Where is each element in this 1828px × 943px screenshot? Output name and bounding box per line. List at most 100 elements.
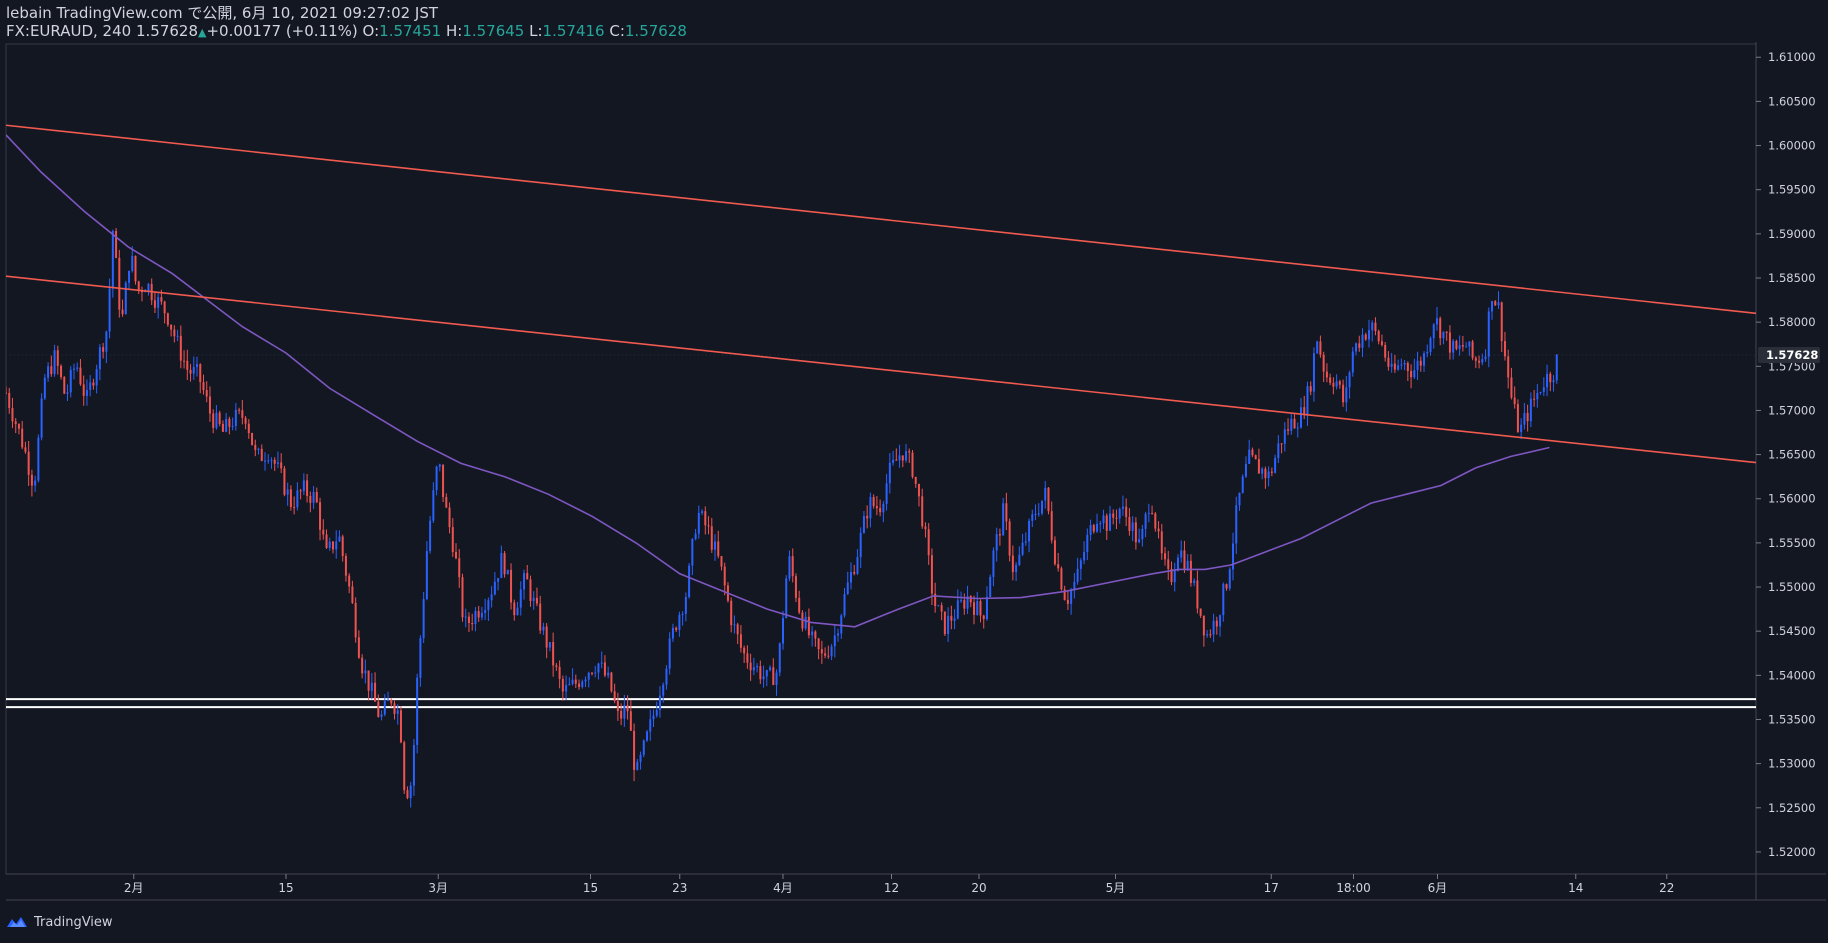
- candle-body: [849, 571, 852, 583]
- candle-body: [1478, 360, 1481, 363]
- candle-body: [1549, 373, 1552, 383]
- candle-body: [1287, 429, 1290, 431]
- candle-body: [24, 447, 27, 452]
- candle-body: [1448, 332, 1451, 353]
- trendline: [6, 275, 1756, 464]
- candle-body: [1468, 341, 1471, 347]
- candle-body: [671, 627, 674, 639]
- candle-body: [335, 541, 338, 550]
- candle-body: [218, 412, 221, 424]
- candle-body: [296, 490, 299, 508]
- price-chart[interactable]: 1.61000 1.60500 1.60000 1.59500 1.59000 1.585…: [0, 0, 1828, 939]
- candle-body: [943, 611, 946, 635]
- candle-body: [273, 459, 276, 464]
- candle-body: [584, 679, 587, 682]
- candle-body: [1274, 458, 1277, 473]
- candle-body: [1244, 463, 1247, 477]
- chart-area[interactable]: 1.61000 1.60500 1.60000 1.59500 1.59000 1.585…: [0, 0, 1828, 939]
- candle-body: [254, 444, 257, 450]
- candle-body: [665, 668, 668, 685]
- candle-body: [425, 551, 428, 599]
- candle-body: [714, 541, 717, 550]
- candle-body: [477, 611, 480, 618]
- candle-body: [898, 455, 901, 461]
- candle-body: [1173, 570, 1176, 583]
- candle-body: [108, 288, 111, 332]
- candle-body: [205, 390, 208, 397]
- candle-body: [40, 398, 43, 438]
- y-tick-label: 1.53500: [1768, 712, 1816, 726]
- candle-body: [183, 360, 186, 362]
- candle-body: [429, 520, 432, 552]
- candle-body: [811, 631, 814, 636]
- candle-body: [1452, 340, 1455, 353]
- candle-body: [1484, 356, 1487, 360]
- candle-body: [969, 596, 972, 603]
- candle-body: [438, 464, 441, 467]
- candle-body: [516, 607, 519, 616]
- candle-body: [357, 637, 360, 658]
- candle-body: [678, 614, 681, 630]
- x-tick-label: 3月: [428, 881, 448, 895]
- candle-body: [367, 670, 370, 691]
- candle-body: [1283, 429, 1286, 444]
- candle-body: [1021, 542, 1024, 555]
- candle-body: [506, 569, 509, 575]
- candle-body: [590, 672, 593, 674]
- candle-body: [1400, 364, 1403, 366]
- candle-body: [1076, 568, 1079, 582]
- candle-body: [435, 466, 438, 491]
- candle-body: [302, 480, 305, 492]
- candle-body: [892, 459, 895, 463]
- x-tick-label: 18:00: [1336, 881, 1371, 895]
- tradingview-brand[interactable]: TradingView: [6, 913, 113, 931]
- candle-body: [105, 331, 108, 352]
- candle-body: [1329, 377, 1332, 383]
- y-tick-label: 1.58000: [1768, 315, 1816, 329]
- y-tick-label: 1.52500: [1768, 801, 1816, 815]
- candle-body: [500, 553, 503, 579]
- candle-body: [532, 597, 535, 601]
- y-tick-label: 1.60000: [1768, 139, 1816, 153]
- candle-body: [1092, 525, 1095, 532]
- candle-body: [807, 616, 810, 636]
- candle-body: [571, 679, 574, 685]
- candle-body: [289, 489, 292, 508]
- candle-body: [652, 715, 655, 720]
- candle-body: [869, 496, 872, 519]
- x-tick-label: 15: [278, 881, 293, 895]
- candle-body: [306, 480, 309, 496]
- candle-body: [383, 700, 386, 715]
- candle-body: [199, 364, 202, 383]
- candle-body: [374, 682, 377, 702]
- candle-body: [503, 553, 506, 575]
- candle-body: [1426, 351, 1429, 354]
- candle-body: [111, 231, 114, 289]
- x-tick-label: 12: [884, 881, 899, 895]
- candle-body: [658, 695, 661, 711]
- candle-body: [1050, 511, 1053, 541]
- candle-body: [1180, 550, 1183, 558]
- candle-body: [1241, 476, 1244, 493]
- candle-body: [555, 665, 558, 667]
- candle-body: [1393, 363, 1396, 370]
- candle-body: [578, 683, 581, 687]
- candle-body: [432, 490, 435, 521]
- candle-body: [548, 642, 551, 648]
- candle-body: [882, 503, 885, 513]
- candle-body: [228, 418, 231, 427]
- candle-body: [623, 705, 626, 719]
- candle-body: [76, 367, 79, 369]
- candle-body: [416, 677, 419, 745]
- candle-body: [409, 785, 412, 799]
- candle-body: [299, 490, 302, 492]
- candle-body: [1251, 449, 1254, 456]
- candle-body: [1390, 363, 1393, 367]
- candle-body: [1387, 357, 1390, 367]
- candle-body: [746, 653, 749, 663]
- candle-body: [610, 672, 613, 692]
- candle-body: [937, 605, 940, 607]
- candle-body: [1108, 513, 1111, 531]
- candle-body: [1270, 471, 1273, 473]
- candle-body: [704, 511, 707, 526]
